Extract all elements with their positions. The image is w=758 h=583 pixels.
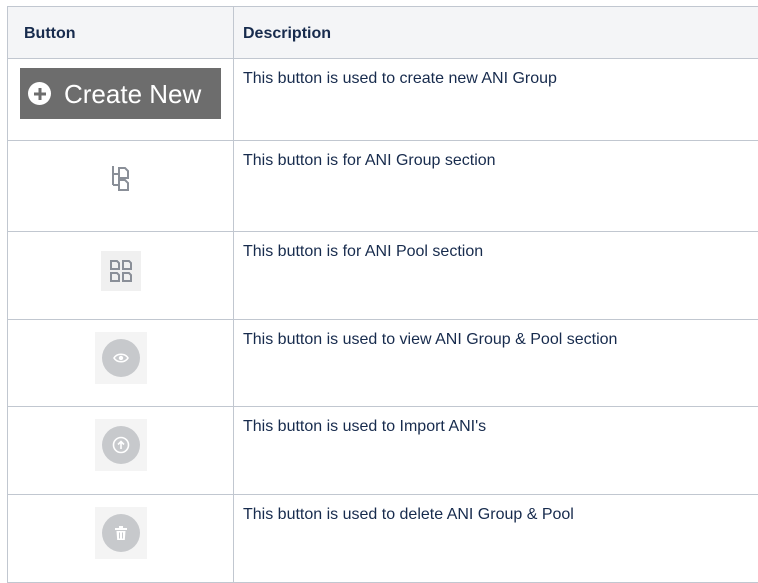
header-description-label: Description [234,7,758,43]
header-button: Button [8,7,234,59]
trash-icon [115,526,127,540]
ani-pool-button[interactable] [101,251,141,291]
description-cell: This button is for ANI Pool section [234,232,758,320]
table-row: This button is used to view ANI Group & … [8,320,758,407]
button-cell [8,407,234,495]
button-cell [8,495,234,583]
create-new-label: Create New [64,81,201,107]
upload-icon [112,436,130,454]
ani-group-icon[interactable] [111,165,131,192]
table-header-row: Button Description [8,7,758,59]
view-button-circle [102,339,140,377]
button-cell [8,141,234,232]
button-cell [8,232,234,320]
create-new-button[interactable]: Create New [20,68,221,119]
table-row: This button is for ANI Pool section [8,232,758,320]
import-button[interactable] [95,419,147,471]
table-row: This button is for ANI Group section [8,141,758,232]
import-button-circle [102,426,140,464]
description-cell: This button is for ANI Group section [234,141,758,232]
table-row: Create New This button is used to create… [8,59,758,141]
buttons-table: Button Description Create New This butto… [7,6,758,583]
plus-circle-icon [28,82,51,105]
header-button-label: Button [8,7,233,43]
table-row: This button is used to delete ANI Group … [8,495,758,583]
table-row: This button is used to Import ANI's [8,407,758,495]
button-cell: Create New [8,59,234,141]
delete-button-circle [102,514,140,552]
button-cell [8,320,234,407]
ani-pool-icon [110,260,132,282]
description-cell: This button is used to view ANI Group & … [234,320,758,407]
header-description: Description [234,7,758,59]
description-cell: This button is used to delete ANI Group … [234,495,758,583]
description-cell: This button is used to Import ANI's [234,407,758,495]
view-button[interactable] [95,332,147,384]
eye-icon [113,352,129,364]
description-cell: This button is used to create new ANI Gr… [234,59,758,141]
delete-button[interactable] [95,507,147,559]
